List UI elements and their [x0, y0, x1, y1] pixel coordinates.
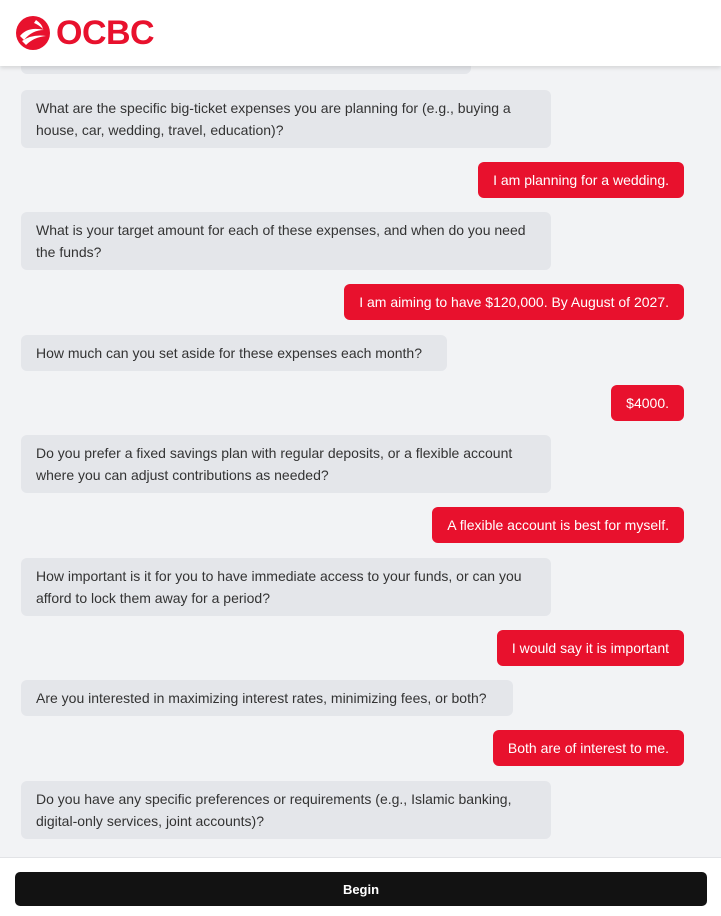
ocbc-logo-icon	[14, 14, 52, 52]
bot-message: Do you prefer a fixed savings plan with …	[21, 435, 551, 493]
bot-message: What is your target amount for each of t…	[21, 212, 551, 270]
bot-message: How much can you set aside for these exp…	[21, 335, 447, 371]
bot-message: Do you have any specific preferences or …	[21, 781, 551, 839]
bot-message: What are the specific big-ticket expense…	[21, 90, 551, 148]
user-message: I am aiming to have $120,000. By August …	[344, 284, 684, 320]
user-message: I would say it is important	[496, 630, 684, 666]
begin-button[interactable]: Begin	[15, 872, 707, 906]
user-message: $4000.	[611, 385, 684, 421]
user-message: A flexible account is best for myself.	[432, 507, 684, 543]
footer-bar: Begin	[0, 857, 721, 916]
user-message: I am planning for a wedding.	[478, 162, 684, 198]
bot-message: How important is it for you to have imme…	[21, 558, 551, 616]
app-header: OCBC	[0, 0, 721, 66]
previous-message-partial	[21, 66, 471, 74]
chat-transcript: What are the specific big-ticket expense…	[0, 66, 721, 857]
bot-message: Are you interested in maximizing interes…	[21, 680, 513, 716]
user-message: Both are of interest to me.	[492, 730, 684, 766]
brand-name: OCBC	[56, 14, 155, 52]
ocbc-logo[interactable]: OCBC	[14, 14, 155, 52]
